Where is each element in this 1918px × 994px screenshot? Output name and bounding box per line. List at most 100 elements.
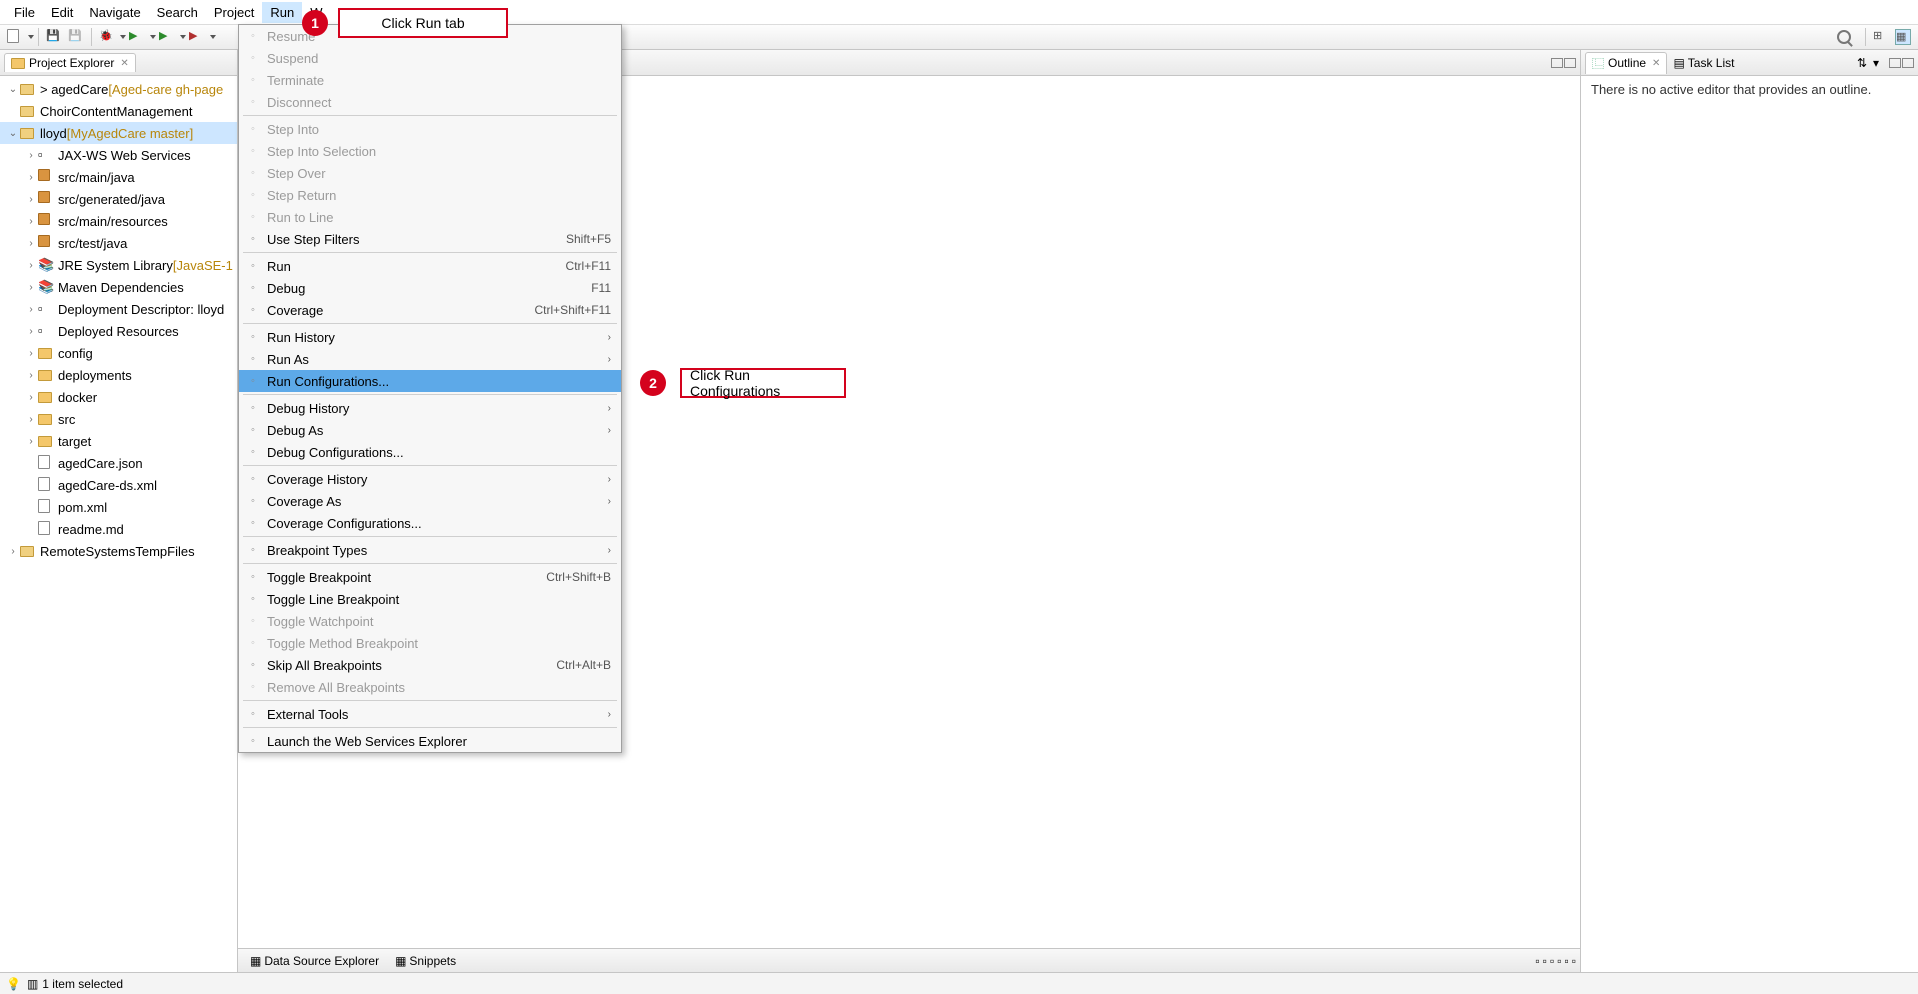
debug-icon[interactable]: 🐞 bbox=[99, 29, 115, 45]
menu-item-icon: ◦ bbox=[243, 473, 263, 485]
java-ee-perspective-icon[interactable]: ▦ bbox=[1895, 29, 1911, 45]
tree-node[interactable]: ›RemoteSystemsTempFiles bbox=[0, 540, 237, 562]
menu-run[interactable]: Run bbox=[262, 2, 302, 23]
menu-item-use-step-filters[interactable]: ◦Use Step FiltersShift+F5 bbox=[239, 228, 621, 250]
menu-edit[interactable]: Edit bbox=[43, 2, 81, 23]
refresh-icon[interactable]: ▫ bbox=[1535, 954, 1539, 968]
link-icon[interactable]: ⇅ bbox=[1857, 56, 1871, 70]
settings-icon[interactable]: ▫ bbox=[1557, 954, 1561, 968]
menu-item-coverage-configurations-[interactable]: ◦Coverage Configurations... bbox=[239, 512, 621, 534]
tree-node[interactable]: ›src/generated/java bbox=[0, 188, 237, 210]
tree-node[interactable]: ⌄> agedCare [Aged-care gh-page bbox=[0, 78, 237, 100]
menu-item-skip-all-breakpoints[interactable]: ◦Skip All BreakpointsCtrl+Alt+B bbox=[239, 654, 621, 676]
tree-node[interactable]: agedCare.json bbox=[0, 452, 237, 474]
menu-item-icon: ◦ bbox=[243, 708, 263, 720]
menu-item-breakpoint-types[interactable]: ◦Breakpoint Types› bbox=[239, 539, 621, 561]
menu-item-run-history[interactable]: ◦Run History› bbox=[239, 326, 621, 348]
menu-item-coverage-as[interactable]: ◦Coverage As› bbox=[239, 490, 621, 512]
menu-item-icon: ◦ bbox=[243, 233, 263, 245]
menu-item-toggle-line-breakpoint[interactable]: ◦Toggle Line Breakpoint bbox=[239, 588, 621, 610]
outline-icon: ⿺ bbox=[1592, 55, 1604, 72]
task-list-tab[interactable]: ▤ Task List bbox=[1673, 56, 1734, 70]
coverage-icon[interactable]: ▶ bbox=[159, 29, 175, 45]
tree-node[interactable]: ›src/main/java bbox=[0, 166, 237, 188]
menu-item-external-tools[interactable]: ◦External Tools› bbox=[239, 703, 621, 725]
outline-body: There is no active editor that provides … bbox=[1581, 76, 1918, 103]
tree-node[interactable]: ⌄lloyd [MyAgedCare master] bbox=[0, 122, 237, 144]
menu-item-debug-configurations-[interactable]: ◦Debug Configurations... bbox=[239, 441, 621, 463]
bottom-tab-snippets[interactable]: ▦Snippets bbox=[387, 952, 464, 970]
tree-node[interactable]: ›src/main/resources bbox=[0, 210, 237, 232]
save-icon[interactable]: 💾 bbox=[46, 29, 62, 45]
tree-node[interactable]: ›📚JRE System Library [JavaSE-1 bbox=[0, 254, 237, 276]
save-all-icon[interactable]: 💾 bbox=[68, 29, 84, 45]
chevron-right-icon: › bbox=[608, 425, 611, 436]
project-explorer-view: Project Explorer ✕ ⌄> agedCare [Aged-car… bbox=[0, 50, 238, 972]
menu-item-launch-the-web-services-explorer[interactable]: ◦Launch the Web Services Explorer bbox=[239, 730, 621, 752]
minimize-icon[interactable]: ▫ bbox=[1564, 954, 1568, 968]
tree-node[interactable]: ›src bbox=[0, 408, 237, 430]
menu-item-debug-as[interactable]: ◦Debug As› bbox=[239, 419, 621, 441]
menu-item-toggle-method-breakpoint: ◦Toggle Method Breakpoint bbox=[239, 632, 621, 654]
menu-item-coverage[interactable]: ◦CoverageCtrl+Shift+F11 bbox=[239, 299, 621, 321]
outline-tab[interactable]: ⿺ Outline ✕ bbox=[1585, 52, 1667, 74]
chevron-right-icon: › bbox=[608, 354, 611, 365]
stop-icon[interactable]: ▫ bbox=[1550, 954, 1554, 968]
tree-node[interactable]: ›deployments bbox=[0, 364, 237, 386]
tree-node[interactable]: ›▫Deployment Descriptor: lloyd bbox=[0, 298, 237, 320]
menu-item-toggle-watchpoint: ◦Toggle Watchpoint bbox=[239, 610, 621, 632]
menu-item-step-into-selection: ◦Step Into Selection bbox=[239, 140, 621, 162]
menu-file[interactable]: File bbox=[6, 2, 43, 23]
menu-item-icon: ◦ bbox=[243, 571, 263, 583]
tree-node[interactable]: ›docker bbox=[0, 386, 237, 408]
project-tree[interactable]: ⌄> agedCare [Aged-care gh-pageChoirConte… bbox=[0, 76, 237, 972]
tree-node[interactable]: ›▫JAX-WS Web Services bbox=[0, 144, 237, 166]
tree-node[interactable]: ChoirContentManagement bbox=[0, 100, 237, 122]
menu-item-run[interactable]: ◦RunCtrl+F11 bbox=[239, 255, 621, 277]
menu-project[interactable]: Project bbox=[206, 2, 262, 23]
menu-item-coverage-history[interactable]: ◦Coverage History› bbox=[239, 468, 621, 490]
tree-node[interactable]: ›config bbox=[0, 342, 237, 364]
tree-node[interactable]: ›📚Maven Dependencies bbox=[0, 276, 237, 298]
run-icon[interactable]: ▶ bbox=[129, 29, 145, 45]
menu-item-debug[interactable]: ◦DebugF11 bbox=[239, 277, 621, 299]
menu-item-icon: ◦ bbox=[243, 517, 263, 529]
run-icon[interactable]: ▫ bbox=[1543, 954, 1547, 968]
menu-item-step-return: ◦Step Return bbox=[239, 184, 621, 206]
folder-icon bbox=[38, 367, 54, 383]
menu-item-run-as[interactable]: ◦Run As› bbox=[239, 348, 621, 370]
annotation-box-2: Click Run Configurations bbox=[680, 368, 846, 398]
tree-node[interactable]: agedCare-ds.xml bbox=[0, 474, 237, 496]
menu-item-toggle-breakpoint[interactable]: ◦Toggle BreakpointCtrl+Shift+B bbox=[239, 566, 621, 588]
chevron-right-icon: › bbox=[608, 332, 611, 343]
project-explorer-tab[interactable]: Project Explorer ✕ bbox=[4, 53, 136, 72]
bottom-view-tabs: ▦Data Source Explorer▦Snippets▫▫▫▫▫▫ bbox=[238, 948, 1580, 972]
search-toolbar-icon[interactable] bbox=[1837, 30, 1851, 44]
tree-node[interactable]: readme.md bbox=[0, 518, 237, 540]
external-tools-icon[interactable]: ▶ bbox=[189, 29, 205, 45]
run-dropdown-menu: ◦Resume◦Suspend◦Terminate◦Disconnect◦Ste… bbox=[238, 24, 622, 753]
status-icon: ▥ bbox=[27, 977, 38, 991]
tree-node[interactable]: ›src/test/java bbox=[0, 232, 237, 254]
outline-minmax[interactable] bbox=[1889, 58, 1914, 68]
pkg-icon bbox=[38, 191, 54, 207]
dd-icon: ▫ bbox=[38, 301, 54, 317]
maximize-icon[interactable]: ▫ bbox=[1572, 954, 1576, 968]
open-perspective-icon[interactable]: ⊞ bbox=[1873, 29, 1889, 45]
tree-node[interactable]: ›▫Deployed Resources bbox=[0, 320, 237, 342]
menu-item-run-configurations-[interactable]: ◦Run Configurations... bbox=[239, 370, 621, 392]
status-bar: 💡 ▥ 1 item selected bbox=[0, 972, 1918, 994]
new-icon[interactable] bbox=[7, 29, 23, 45]
menu-navigate[interactable]: Navigate bbox=[81, 2, 148, 23]
tree-node[interactable]: ›target bbox=[0, 430, 237, 452]
menu-item-icon: ◦ bbox=[243, 735, 263, 747]
menu-item-debug-history[interactable]: ◦Debug History› bbox=[239, 397, 621, 419]
view-menu-icon[interactable]: ▾ bbox=[1873, 56, 1887, 70]
tree-node[interactable]: pom.xml bbox=[0, 496, 237, 518]
proj-sel-icon bbox=[20, 125, 36, 141]
menu-search[interactable]: Search bbox=[149, 2, 206, 23]
annotation-box-1: Click Run tab bbox=[338, 8, 508, 38]
bottom-tab-data-source-explorer[interactable]: ▦Data Source Explorer bbox=[242, 952, 387, 970]
tab-icon: ▦ bbox=[250, 954, 261, 968]
editor-minmax[interactable] bbox=[1551, 58, 1576, 68]
